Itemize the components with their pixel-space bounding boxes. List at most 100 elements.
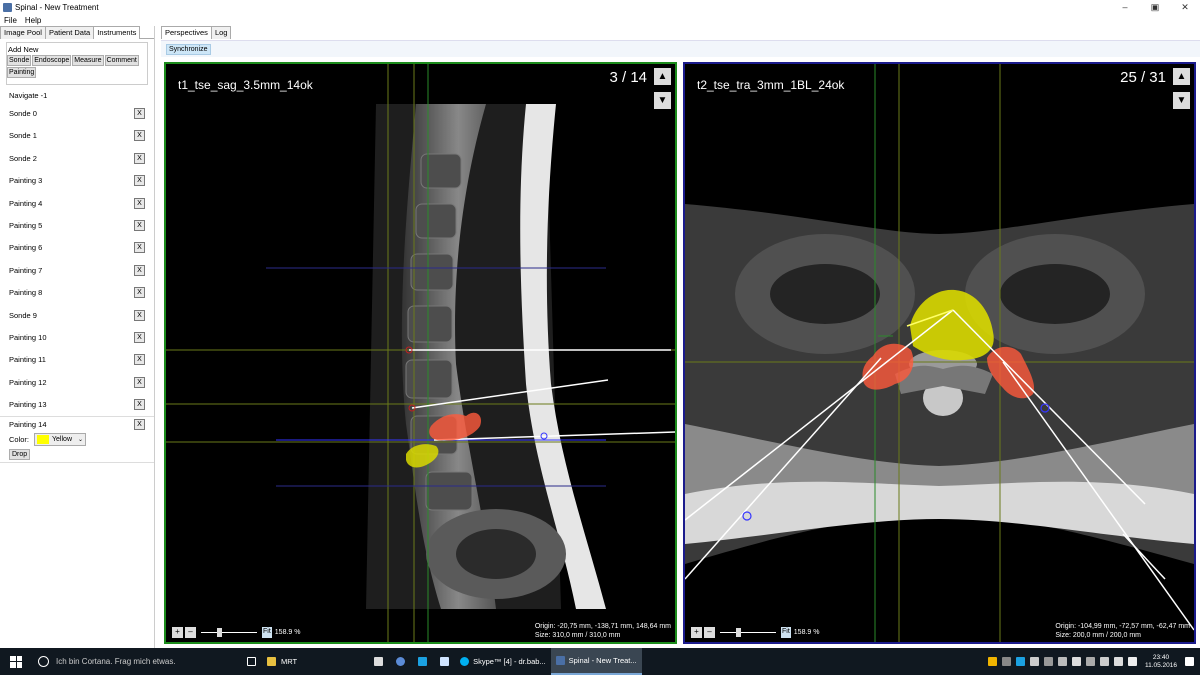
close-button[interactable]: ✕: [1170, 0, 1200, 14]
task-view-icon[interactable]: [240, 648, 262, 675]
transverse-image[interactable]: [685, 64, 1194, 642]
add-endoscope-button[interactable]: Endoscope: [32, 55, 72, 66]
tab-instruments[interactable]: Instruments: [93, 26, 141, 39]
size-readout: Size: 200,0 mm / 200,0 mm: [1055, 632, 1141, 639]
bluetooth-icon[interactable]: [1043, 657, 1053, 666]
cortana-search[interactable]: Ich bin Cortana. Frag mich etwas.: [32, 648, 240, 675]
zoom-in-button[interactable]: +: [172, 627, 183, 638]
zoom-out-button[interactable]: –: [704, 627, 715, 638]
selected-instrument[interactable]: Painting 14 X Color: Yellow ⌄ Drop: [0, 416, 154, 464]
drop-button[interactable]: Drop: [9, 449, 31, 461]
instrument-item[interactable]: Sonde 0 X: [0, 103, 154, 125]
add-sonde-button[interactable]: Sonde: [7, 55, 32, 66]
spinal-app-icon: [555, 656, 565, 665]
zoom-in-button[interactable]: +: [691, 627, 702, 638]
instrument-item[interactable]: Painting 10 X: [0, 327, 154, 349]
remove-instrument-button[interactable]: X: [134, 331, 145, 343]
instrument-item[interactable]: Sonde 9 X: [0, 305, 154, 327]
remove-instrument-button[interactable]: X: [134, 399, 145, 411]
slice-down-button[interactable]: ▼: [1173, 92, 1190, 109]
instrument-item[interactable]: Painting 8 X: [0, 282, 154, 304]
fit-button[interactable]: Fit: [781, 627, 791, 638]
instrument-item[interactable]: Painting 12 X: [0, 372, 154, 394]
taskbar-app-mrt[interactable]: MRT: [262, 648, 302, 675]
search-placeholder: Ich bin Cortana. Frag mich etwas.: [56, 657, 176, 666]
zoom-out-button[interactable]: –: [185, 627, 196, 638]
viewport-sagittal[interactable]: t1_tse_sag_3.5mm_14ok 3 / 14 ▲ ▼ + – Fit…: [164, 62, 677, 644]
volume-icon[interactable]: [1113, 657, 1123, 666]
app-icon-white[interactable]: [433, 648, 455, 675]
app-icon-cyan[interactable]: [411, 648, 433, 675]
left-tab-bar: Image Pool Patient Data Instruments: [0, 26, 154, 39]
slice-up-button[interactable]: ▲: [654, 68, 671, 85]
toolbar: Synchronize: [161, 40, 1200, 57]
battery-icon[interactable]: [1085, 657, 1095, 666]
remove-instrument-button[interactable]: X: [134, 309, 145, 321]
instrument-item[interactable]: Painting 11 X: [0, 349, 154, 371]
color-select[interactable]: Yellow ⌄: [34, 433, 87, 447]
menu-file[interactable]: File: [0, 16, 21, 25]
remove-instrument-button[interactable]: X: [134, 354, 145, 366]
remove-instrument-button[interactable]: X: [134, 130, 145, 142]
slice-down-button[interactable]: ▼: [654, 92, 671, 109]
network-icon[interactable]: [1099, 657, 1109, 666]
remove-instrument-button[interactable]: X: [134, 197, 145, 209]
instrument-label: Painting 8: [9, 288, 43, 298]
start-button[interactable]: [0, 648, 32, 675]
minimize-button[interactable]: –: [1110, 0, 1140, 14]
slice-up-button[interactable]: ▲: [1173, 68, 1190, 85]
fit-button[interactable]: Fit: [262, 627, 272, 638]
remove-instrument-button[interactable]: X: [134, 242, 145, 254]
instrument-item[interactable]: Painting 5 X: [0, 215, 154, 237]
remove-instrument-button[interactable]: X: [134, 419, 145, 431]
add-comment-button[interactable]: Comment: [104, 55, 139, 66]
remove-instrument-button[interactable]: X: [134, 287, 145, 299]
tab-image-pool[interactable]: Image Pool: [0, 26, 46, 39]
navigate-label[interactable]: Navigate -1: [0, 91, 154, 103]
tray-app-icon[interactable]: [987, 657, 997, 666]
viewport-transverse[interactable]: t2_tse_tra_3mm_1BL_24ok 25 / 31 ▲ ▼ + – …: [683, 62, 1196, 644]
tab-log[interactable]: Log: [210, 26, 232, 39]
tab-perspectives[interactable]: Perspectives: [161, 26, 212, 39]
instrument-label: Painting 6: [9, 243, 43, 253]
remove-instrument-button[interactable]: X: [134, 152, 145, 164]
clock[interactable]: 23:40 11.05.2016: [1145, 654, 1177, 670]
add-painting-button[interactable]: Painting: [7, 67, 37, 78]
remove-instrument-button[interactable]: X: [134, 264, 145, 276]
add-measure-button[interactable]: Measure: [72, 55, 104, 66]
instrument-item[interactable]: Sonde 1 X: [0, 125, 154, 147]
tab-patient-data[interactable]: Patient Data: [44, 26, 95, 39]
instrument-item[interactable]: Painting 3 X: [0, 170, 154, 192]
instrument-item[interactable]: Painting 7 X: [0, 260, 154, 282]
instrument-item[interactable]: Painting 13 X: [0, 394, 154, 416]
remove-instrument-button[interactable]: X: [134, 219, 145, 231]
zoom-slider[interactable]: [201, 628, 257, 637]
zoom-control: + – Fit 158.9 %: [691, 627, 819, 638]
remove-instrument-button[interactable]: X: [134, 376, 145, 388]
display-icon[interactable]: [1071, 657, 1081, 666]
origin-readout: Origin: -104,99 mm, -72,57 mm, -62,47 mm: [1055, 623, 1190, 630]
sagittal-image[interactable]: [166, 64, 675, 642]
cloud-icon[interactable]: [1057, 657, 1067, 666]
app-icon-blue[interactable]: [389, 648, 411, 675]
maximize-button[interactable]: ▣: [1140, 0, 1170, 14]
notification-icon[interactable]: [1185, 657, 1194, 666]
tray-app-icon[interactable]: [1015, 657, 1025, 666]
remove-instrument-button[interactable]: X: [134, 175, 145, 187]
zoom-slider[interactable]: [720, 628, 776, 637]
instrument-item[interactable]: Painting 6 X: [0, 237, 154, 259]
instrument-label: Painting 3: [9, 176, 43, 186]
instrument-item[interactable]: Sonde 2 X: [0, 148, 154, 170]
taskbar-app-spinal[interactable]: Spinal - New Treat...: [550, 648, 642, 675]
tray-app-icon[interactable]: [1029, 657, 1039, 666]
taskbar-app-skype[interactable]: Skype™ [4] - dr.bab...: [455, 648, 551, 675]
synchronize-button[interactable]: Synchronize: [166, 44, 211, 55]
instrument-label: Painting 13: [9, 400, 47, 410]
store-icon[interactable]: [367, 648, 389, 675]
menu-help[interactable]: Help: [21, 16, 45, 25]
instrument-item[interactable]: Painting 4 X: [0, 193, 154, 215]
remove-instrument-button[interactable]: X: [134, 108, 145, 119]
tray-app-icon[interactable]: [1001, 657, 1011, 666]
keyboard-icon[interactable]: [1127, 657, 1137, 666]
zoom-value: 158.9 %: [274, 629, 301, 636]
